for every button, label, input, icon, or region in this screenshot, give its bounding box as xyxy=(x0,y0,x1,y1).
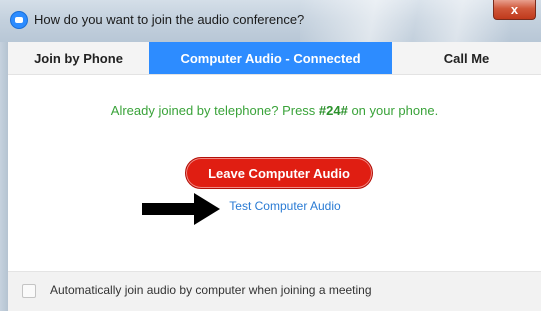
window-title: How do you want to join the audio confer… xyxy=(34,12,305,27)
computer-audio-panel: Already joined by telephone? Press #24# … xyxy=(8,75,541,271)
auto-join-label[interactable]: Automatically join audio by computer whe… xyxy=(50,283,372,297)
notice-code: #24# xyxy=(318,103,348,118)
auto-join-checkbox[interactable] xyxy=(22,284,36,298)
leave-computer-audio-button[interactable]: Leave Computer Audio xyxy=(185,157,373,189)
test-computer-audio-link[interactable]: Test Computer Audio xyxy=(8,199,541,213)
tab-join-by-phone[interactable]: Join by Phone xyxy=(8,42,149,74)
zoom-app-icon xyxy=(10,11,28,29)
window-frame-left xyxy=(0,42,8,311)
tab-bar: Join by Phone Computer Audio - Connected… xyxy=(8,42,541,75)
tab-computer-audio[interactable]: Computer Audio - Connected xyxy=(149,42,392,74)
title-bar: How do you want to join the audio confer… xyxy=(0,0,541,42)
notice-prefix: Already joined by telephone? Press xyxy=(110,103,319,118)
telephone-notice: Already joined by telephone? Press #24# … xyxy=(8,103,541,118)
footer: Automatically join audio by computer whe… xyxy=(8,271,541,311)
notice-suffix: on your phone. xyxy=(347,103,439,118)
close-button[interactable]: x xyxy=(493,0,536,20)
tab-call-me[interactable]: Call Me xyxy=(392,42,541,74)
